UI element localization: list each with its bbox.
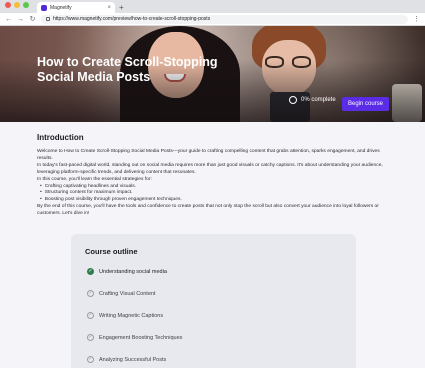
outline-item-label: Analyzing Successful Posts: [99, 356, 167, 363]
intro-paragraph: In today's fast-paced digital world, sta…: [37, 162, 383, 175]
outline-item-crafting-visual-content[interactable]: ✓ Crafting Visual Content: [87, 289, 155, 298]
outline-item-analyzing-successful-posts[interactable]: ✓ Analyzing Successful Posts: [87, 355, 166, 364]
outline-item-label: Understanding social media: [99, 268, 167, 275]
browser-tab-bar: Magnetify × +: [0, 0, 425, 13]
browser-tab[interactable]: Magnetify ×: [37, 2, 115, 13]
tab-title: Magnetify: [50, 4, 72, 11]
magnetify-favicon-icon: [41, 4, 47, 11]
outline-item-understanding-social-media[interactable]: ✓ Understanding social media: [87, 267, 167, 276]
intro-text: Welcome to How to Create Scroll-Stopping…: [37, 149, 389, 218]
outline-item-label: Writing Magnetic Captions: [99, 312, 164, 319]
course-outline: Course outline ✓ Understanding social me…: [71, 234, 356, 368]
check-icon: ✓: [87, 290, 94, 297]
close-tab-icon[interactable]: ×: [107, 5, 111, 11]
forward-icon[interactable]: →: [17, 16, 24, 23]
intro-paragraph: In this course, you'll learn the essenti…: [37, 176, 152, 182]
intro-paragraph: Welcome to How to Create Scroll-Stopping…: [37, 149, 380, 161]
check-icon: ✓: [87, 334, 94, 341]
url-text: https://www.magnetify.com/preview/how-to…: [53, 16, 211, 22]
outline-item-engagement-boosting-techniques[interactable]: ✓ Engagement Boosting Techniques: [87, 333, 182, 342]
check-icon: ✓: [87, 356, 94, 363]
course-content: Introduction Welcome to How to Create Sc…: [0, 122, 425, 368]
window-controls: [0, 0, 29, 13]
browser-toolbar: ← → ↻ https://www.magnetify.com/preview/…: [0, 13, 425, 26]
back-icon[interactable]: ←: [5, 16, 12, 23]
outline-item-label: Engagement Boosting Techniques: [99, 334, 183, 341]
progress-ring-icon: [289, 96, 297, 104]
course-title: How to Create Scroll-Stopping Social Med…: [37, 55, 218, 84]
reload-icon[interactable]: ↻: [29, 16, 36, 23]
lock-icon: [46, 17, 50, 21]
browser-menu-icon[interactable]: ⋮: [413, 16, 420, 23]
outline-item-writing-magnetic-captions[interactable]: ✓ Writing Magnetic Captions: [87, 311, 163, 320]
outline-heading: Course outline: [85, 247, 138, 256]
check-icon: ✓: [87, 312, 94, 319]
intro-closing: By the end of this course, you'll have t…: [37, 204, 379, 217]
course-progress: 0% complete: [289, 96, 336, 104]
maximize-window-button[interactable]: [23, 2, 29, 8]
address-bar[interactable]: https://www.magnetify.com/preview/how-to…: [41, 14, 408, 24]
close-window-button[interactable]: [5, 2, 11, 8]
completed-check-icon: ✓: [87, 268, 94, 275]
minimize-window-button[interactable]: [14, 2, 20, 8]
new-tab-icon[interactable]: +: [119, 2, 124, 13]
intro-bullets: Crafting captivating headlines and visua…: [37, 184, 389, 205]
outline-item-label: Crafting Visual Content: [99, 290, 156, 297]
progress-text: 0% complete: [301, 97, 336, 103]
begin-course-button[interactable]: Begin course: [342, 97, 389, 111]
intro-heading: Introduction: [37, 133, 84, 142]
